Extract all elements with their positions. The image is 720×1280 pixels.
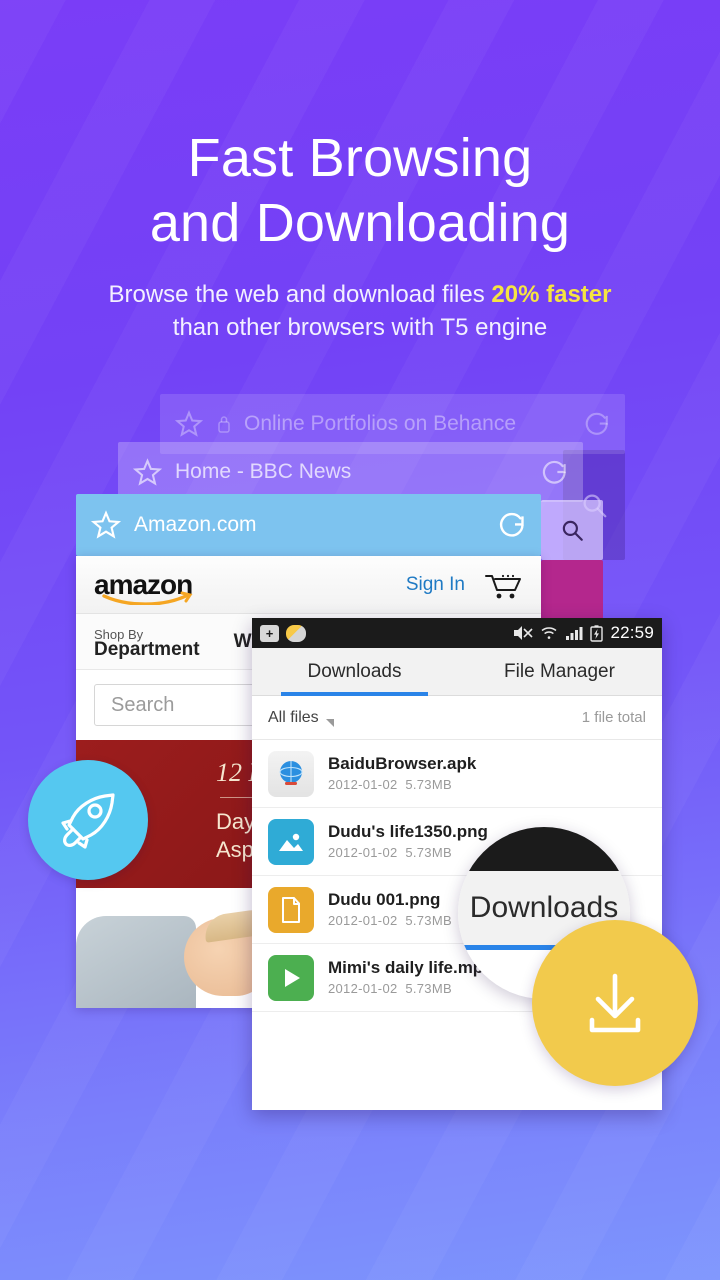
file-size: 5.73MB <box>405 913 452 928</box>
star-icon[interactable] <box>90 509 122 541</box>
page-glyph-icon <box>282 896 300 923</box>
file-name: Dudu 001.png <box>328 890 441 909</box>
downloads-tabbar: Downloads File Manager <box>252 648 662 696</box>
file-name: BaiduBrowser.apk <box>328 754 477 773</box>
browser-tab-amazon[interactable]: Amazon.com <box>76 494 541 556</box>
amazon-swoosh-icon <box>102 591 193 605</box>
battery-charging-icon <box>590 624 604 642</box>
star-icon[interactable] <box>132 457 163 488</box>
file-size: 5.73MB <box>405 981 452 996</box>
amazon-header: amazon Sign In <box>76 556 541 614</box>
tab-downloads[interactable]: Downloads <box>252 661 457 683</box>
file-date: 2012-01-02 <box>328 777 398 792</box>
lock-icon <box>218 416 230 433</box>
file-name: Mimi's daily life.mp3 <box>328 958 493 977</box>
amazon-logo: amazon <box>94 569 193 605</box>
tab-title: Amazon.com <box>134 513 257 536</box>
shop-by-department[interactable]: Shop By Department <box>94 627 200 659</box>
document-icon <box>268 886 314 933</box>
refresh-icon[interactable] <box>495 509 527 541</box>
tab-title: Online Portfolios on Behance <box>244 412 517 435</box>
download-badge <box>532 920 698 1086</box>
amazon-sign-in-link[interactable]: Sign In <box>406 574 465 596</box>
signal-icon <box>566 627 583 640</box>
file-name: Dudu's life1350.png <box>328 822 488 841</box>
active-tab-indicator <box>280 692 429 696</box>
tab-title: Home - BBC News <box>175 460 352 483</box>
shopping-cart-icon[interactable] <box>483 570 523 600</box>
filter-all-files[interactable]: All files <box>268 709 319 727</box>
rocket-badge <box>28 760 148 880</box>
weather-icon <box>286 624 306 642</box>
image-icon <box>268 818 314 865</box>
file-date: 2012-01-02 <box>328 845 398 860</box>
rocket-icon <box>61 793 115 849</box>
media-icon <box>268 954 314 1001</box>
file-total-count: 1 file total <box>581 709 646 726</box>
baidu-globe-icon <box>279 760 303 785</box>
apk-icon <box>268 750 314 797</box>
status-bar-clock: 22:59 <box>610 623 654 642</box>
file-filter-row: All files 1 file total <box>252 696 662 740</box>
sort-caret-icon[interactable] <box>325 718 334 727</box>
file-size: 5.73MB <box>405 845 452 860</box>
add-notification-icon: + <box>260 624 279 642</box>
refresh-icon[interactable] <box>581 409 611 439</box>
mute-icon <box>514 626 534 640</box>
file-date: 2012-01-02 <box>328 981 398 996</box>
refresh-icon[interactable] <box>538 457 569 488</box>
tab-file-manager[interactable]: File Manager <box>457 661 662 683</box>
browser-tab-bbc[interactable]: Home - BBC News <box>118 442 583 502</box>
file-date: 2012-01-02 <box>328 913 398 928</box>
list-item[interactable]: BaiduBrowser.apk 2012-01-02 5.73MB <box>252 740 662 808</box>
photo-glyph-icon <box>279 833 303 851</box>
wifi-icon <box>541 627 557 639</box>
star-icon[interactable] <box>174 409 204 439</box>
play-glyph-icon <box>285 968 300 987</box>
download-icon <box>589 973 641 1033</box>
file-size: 5.73MB <box>405 777 452 792</box>
android-status-bar: + 22:59 <box>252 618 662 648</box>
